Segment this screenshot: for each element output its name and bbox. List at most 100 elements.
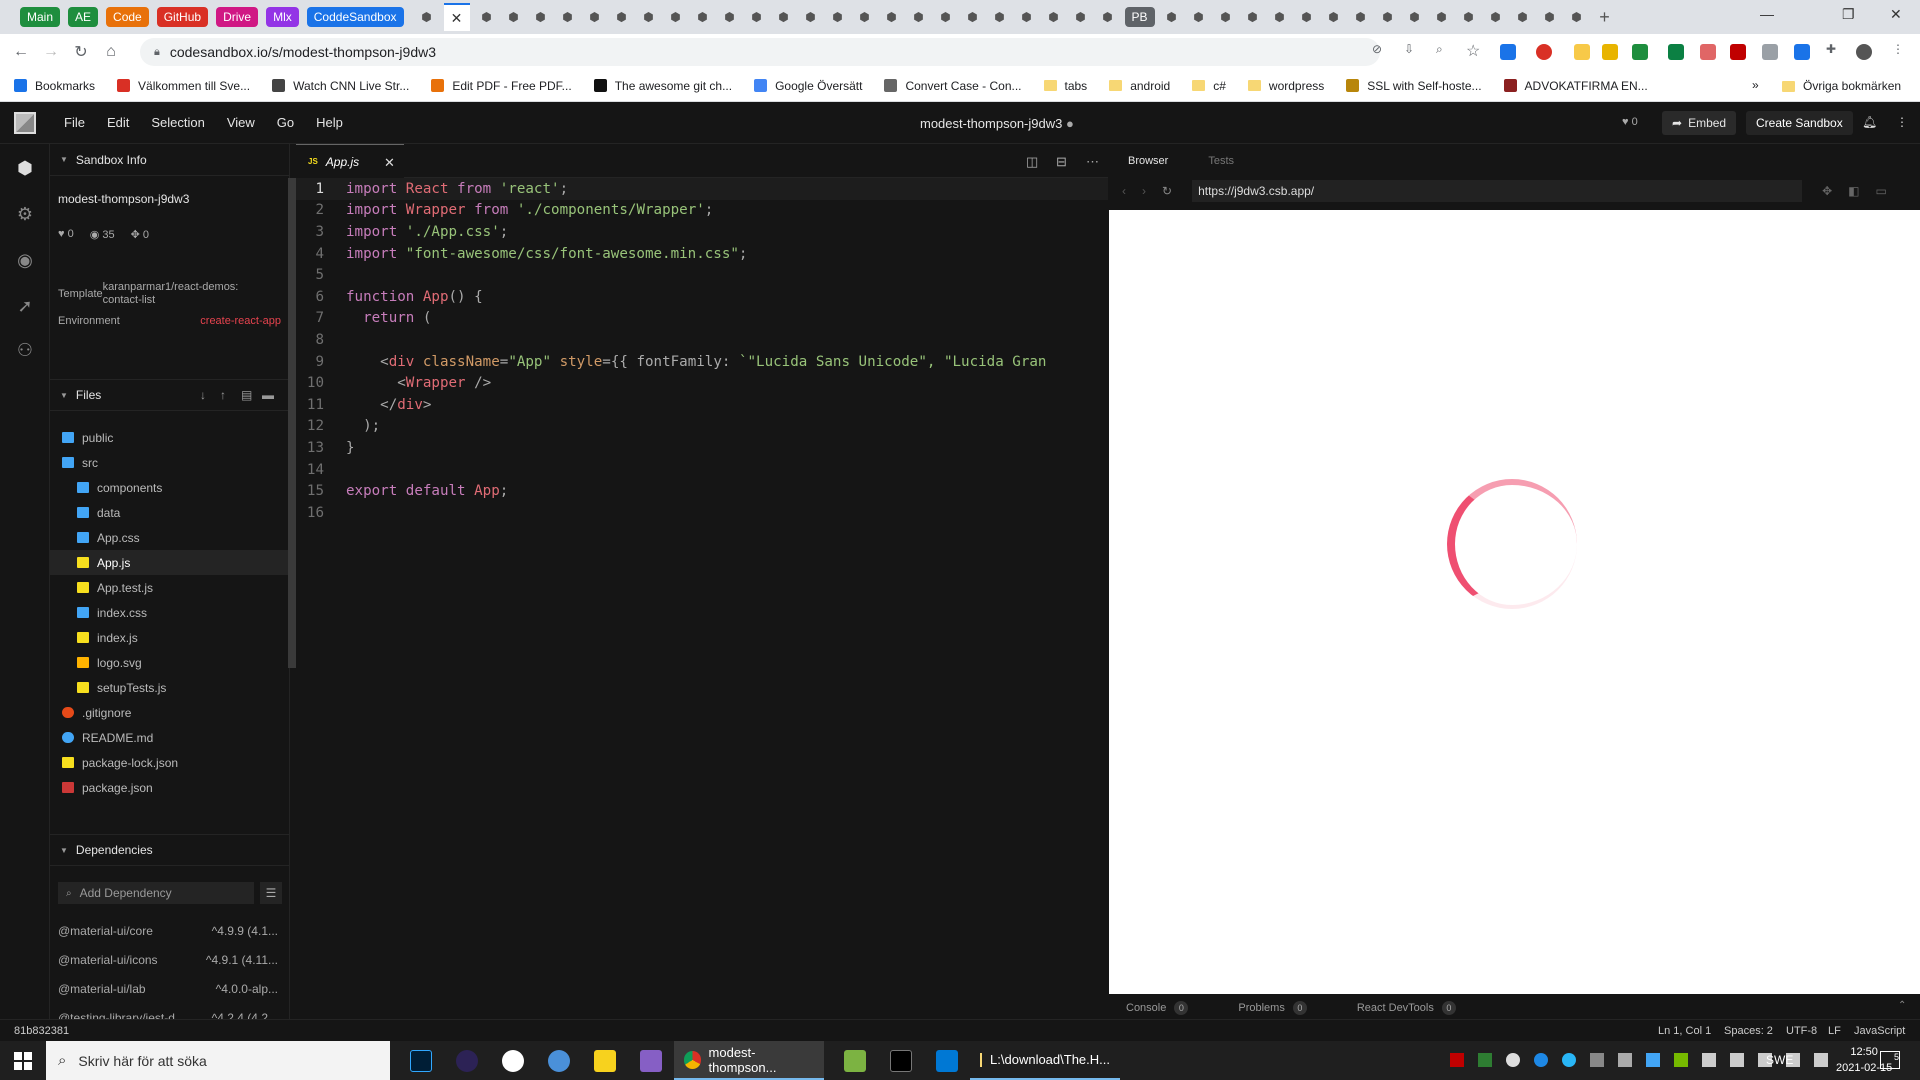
browser-menu-icon[interactable]: ⋮ [1892, 42, 1904, 56]
cookie-icon[interactable]: ⊘ [1372, 42, 1382, 56]
terminal-icon[interactable] [878, 1041, 924, 1080]
bookmark-item[interactable]: ADVOKATFIRMA EN... [1503, 79, 1648, 93]
codesandbox-tab-icon[interactable]: ⬢ [746, 6, 768, 28]
photoshop-icon[interactable] [398, 1041, 444, 1080]
menu-go[interactable]: Go [277, 115, 294, 130]
bookmark-item[interactable]: SSL with Self-hoste... [1346, 79, 1482, 93]
devtools-tab[interactable]: React DevTools 0 [1357, 1000, 1456, 1015]
preview-forward-icon[interactable]: › [1142, 184, 1146, 198]
codesandbox-tab-icon[interactable]: ⬢ [692, 6, 714, 28]
codesandbox-tab-icon[interactable]: ⬢ [1323, 6, 1345, 28]
codesandbox-tab-icon[interactable]: ⬢ [854, 6, 876, 28]
explorer-taskbar-window[interactable]: L:\download\The.H... [970, 1041, 1120, 1080]
pen-icon[interactable] [1700, 44, 1716, 60]
restore-icon[interactable]: ❐ [1842, 6, 1855, 23]
menu-file[interactable]: File [64, 115, 85, 130]
puzzle-icon[interactable]: ✚ [1826, 42, 1836, 56]
forward-icon[interactable]: → [36, 43, 66, 61]
wifi-tray-icon[interactable] [1702, 1053, 1716, 1067]
windows-start-icon[interactable] [0, 1041, 46, 1080]
codesandbox-tab-icon[interactable]: ⬢ [1242, 6, 1264, 28]
upload-file-icon[interactable]: ↓ [200, 388, 206, 402]
bookmark-item[interactable]: Google Översätt [754, 79, 862, 93]
s-extension-icon[interactable] [1668, 44, 1684, 60]
open-new-window-icon[interactable]: ◧ [1848, 184, 1859, 198]
codesandbox-tab-icon[interactable]: ⬢ [1485, 6, 1507, 28]
chat-tray-icon[interactable] [1562, 1053, 1576, 1067]
codesandbox-tab-icon[interactable]: ⬢ [1458, 6, 1480, 28]
bluetooth-tray-icon[interactable] [1646, 1053, 1660, 1067]
vscode-icon[interactable] [924, 1041, 970, 1080]
file-tree-item[interactable]: logo.svg [50, 650, 289, 675]
new-tab-button[interactable]: + [1594, 6, 1616, 28]
sidebar-scrollbar[interactable] [288, 178, 296, 668]
back-icon[interactable]: ← [6, 43, 36, 61]
codesandbox-tab-icon[interactable]: ⬢ [1512, 6, 1534, 28]
code-area[interactable]: 1 import React from 'react'; 2 import Wrapp… [296, 178, 1108, 524]
minimize-icon[interactable]: — [1760, 6, 1774, 22]
dependency-list-icon[interactable]: ☰ [260, 882, 282, 904]
cloud-tray-icon[interactable] [1506, 1053, 1520, 1067]
codesandbox-tab-icon[interactable]: ⬢ [908, 6, 930, 28]
cube-icon[interactable]: ⬢ [15, 158, 35, 178]
settings-gear-icon[interactable]: ⚙ [15, 204, 35, 224]
devtools-tab[interactable]: Problems 0 [1238, 1000, 1307, 1015]
notification-bell-icon[interactable]: 🔔︎ [1862, 115, 1877, 129]
codesandbox-tab-icon[interactable]: ⬢ [1431, 6, 1453, 28]
devtools-tab[interactable]: Console 0 [1126, 1000, 1189, 1015]
notes-icon[interactable] [1574, 44, 1590, 60]
dependency-item[interactable]: @testing-library/jest-d... ^4.2.4 (4.2... [50, 1003, 289, 1020]
active-tab-close-icon[interactable]: ✕ [443, 3, 470, 31]
indentation[interactable]: Spaces: 2 [1724, 1025, 1773, 1037]
notification-center-icon[interactable]: 5 [1880, 1051, 1900, 1069]
expand-devtools-icon[interactable]: ⌃ [1898, 1000, 1906, 1011]
app-icon[interactable] [490, 1041, 536, 1080]
dependencies-header[interactable]: ▼ Dependencies [50, 834, 289, 866]
codesandbox-tab-icon[interactable]: ⬢ [1566, 6, 1588, 28]
network-tray-icon[interactable] [1618, 1053, 1632, 1067]
power-tray-icon[interactable] [1814, 1053, 1828, 1067]
codesandbox-tab-icon[interactable]: ⬢ [557, 6, 579, 28]
codesandbox-tab-icon[interactable]: ⬢ [989, 6, 1011, 28]
codesandbox-tab-icon[interactable]: ⬢ [1377, 6, 1399, 28]
mcafee-tray-icon[interactable] [1450, 1053, 1464, 1067]
tab-browser[interactable]: Browser [1128, 155, 1168, 167]
bookmark-item[interactable]: wordpress [1247, 79, 1324, 93]
tab-app-js[interactable]: JS App.js ✕ [296, 144, 404, 178]
app-tray-icon[interactable] [1534, 1053, 1548, 1067]
split-view-icon[interactable]: ◫ [1026, 154, 1038, 170]
nvidia-tray-icon[interactable] [1674, 1053, 1688, 1067]
template-link[interactable]: karanparmar1/react-demos: contact-list [103, 281, 278, 307]
install-icon[interactable]: ⇩ [1404, 42, 1414, 56]
codesandbox-tab-icon[interactable]: ⬢ [1043, 6, 1065, 28]
back-extension-icon[interactable] [1794, 44, 1810, 60]
input-language[interactable]: SWE [1766, 1053, 1793, 1067]
bookmarks-overflow-icon[interactable]: » [1752, 78, 1759, 92]
codesandbox-tab-icon[interactable]: ⬢ [800, 6, 822, 28]
dependency-item[interactable]: @material-ui/lab ^4.0.0-alp... [50, 974, 289, 1003]
codesandbox-tab-icon[interactable]: ⬢ [1188, 6, 1210, 28]
github-icon[interactable]: ◉ [15, 250, 35, 270]
extension-icon[interactable] [1500, 44, 1516, 60]
globe-app-icon[interactable] [536, 1041, 582, 1080]
tab-group-pb[interactable]: PB [1124, 7, 1155, 27]
file-tree-item[interactable]: index.css [50, 600, 289, 625]
address-bar[interactable]: 🔒︎ codesandbox.io/s/modest-thompson-j9dw… [140, 38, 1380, 66]
codesandbox-tab-icon[interactable]: ⬢ [1070, 6, 1092, 28]
codesandbox-tab-icon[interactable]: ⬢ [1350, 6, 1372, 28]
files-header[interactable]: ▼ Files ↓ ↑ ▤ ▬ [50, 379, 289, 411]
profile-avatar[interactable] [1856, 44, 1872, 60]
language-mode[interactable]: JavaScript [1854, 1025, 1905, 1037]
bookmark-item[interactable]: Edit PDF - Free PDF... [431, 79, 572, 93]
bookmark-item[interactable]: Watch CNN Live Str... [272, 79, 409, 93]
file-tree-item[interactable]: App.css [50, 525, 289, 550]
menu-edit[interactable]: Edit [107, 115, 129, 130]
responsive-icon[interactable]: ▭ [1875, 184, 1886, 198]
tab-group-chip[interactable]: Drive [216, 7, 259, 27]
file-tree-item[interactable]: .gitignore [50, 700, 289, 725]
m-extension-icon[interactable] [1602, 44, 1618, 60]
codesandbox-logo[interactable] [14, 111, 36, 134]
file-tree-item[interactable]: index.js [50, 625, 289, 650]
bookmark-item[interactable]: Bookmarks [14, 79, 95, 93]
battery-tray-icon[interactable] [1730, 1053, 1744, 1067]
